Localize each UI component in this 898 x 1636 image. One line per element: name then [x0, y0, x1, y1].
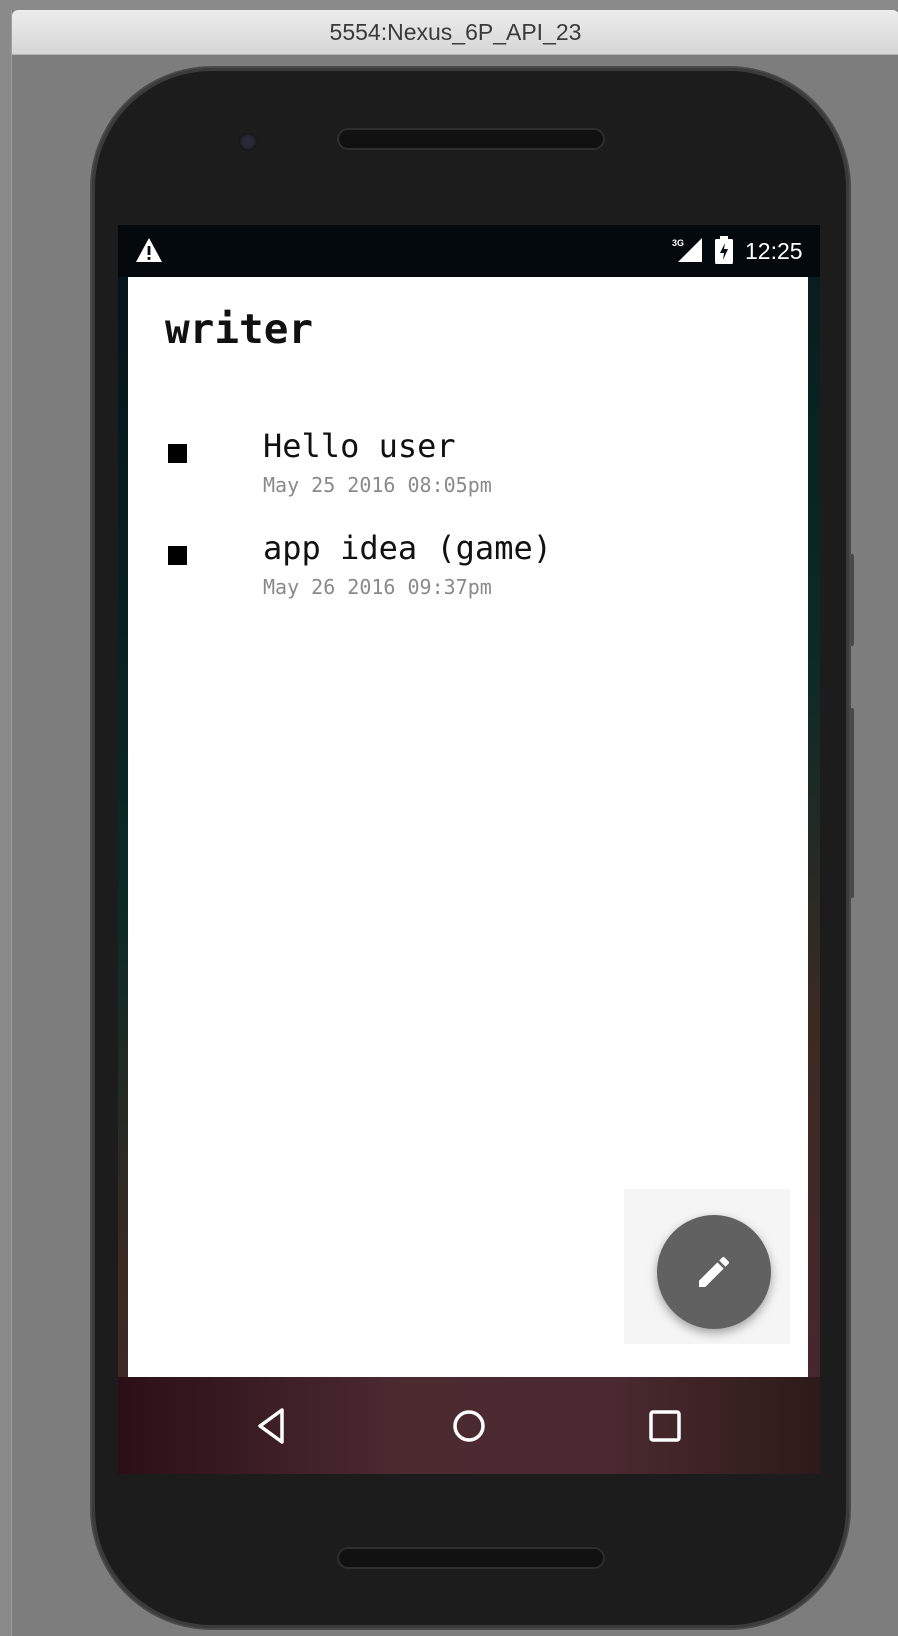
window-title: 5554:Nexus_6P_API_23 — [12, 10, 898, 55]
recents-icon[interactable] — [643, 1404, 687, 1448]
note-title: Hello user — [263, 427, 456, 465]
battery-icon — [715, 236, 733, 264]
pencil-icon — [699, 1256, 730, 1287]
top-speaker — [337, 128, 605, 150]
note-date: May 26 2016 09:37pm — [263, 575, 492, 599]
emulator-window: 5554:Nexus_6P_API_23 3G 12:25 writer Hel… — [11, 10, 898, 1636]
back-icon[interactable] — [250, 1404, 294, 1448]
network-type-label: 3G — [672, 238, 684, 248]
note-list-item[interactable]: app idea (game) May 26 2016 09:37pm — [128, 529, 808, 625]
note-bullet-icon — [168, 546, 187, 565]
navigation-bar — [118, 1377, 820, 1474]
signal-icon: 3G — [672, 238, 702, 262]
device-screen: 3G 12:25 writer Hello user May 25 2016 0… — [118, 225, 820, 1474]
power-button[interactable] — [849, 554, 854, 646]
volume-button[interactable] — [849, 708, 854, 898]
fab-container — [624, 1189, 790, 1344]
home-icon[interactable] — [447, 1404, 491, 1448]
front-camera — [239, 133, 257, 151]
note-date: May 25 2016 08:05pm — [263, 473, 492, 497]
note-list-item[interactable]: Hello user May 25 2016 08:05pm — [128, 427, 808, 523]
status-bar: 3G 12:25 — [118, 225, 820, 277]
note-title: app idea (game) — [263, 529, 552, 567]
warning-icon — [136, 238, 162, 262]
new-note-fab-button[interactable] — [657, 1215, 771, 1329]
app-title: writer — [165, 305, 314, 353]
note-bullet-icon — [168, 444, 187, 463]
bottom-speaker — [337, 1547, 605, 1569]
status-clock: 12:25 — [745, 238, 803, 264]
app-content: writer Hello user May 25 2016 08:05pm ap… — [128, 277, 808, 1377]
